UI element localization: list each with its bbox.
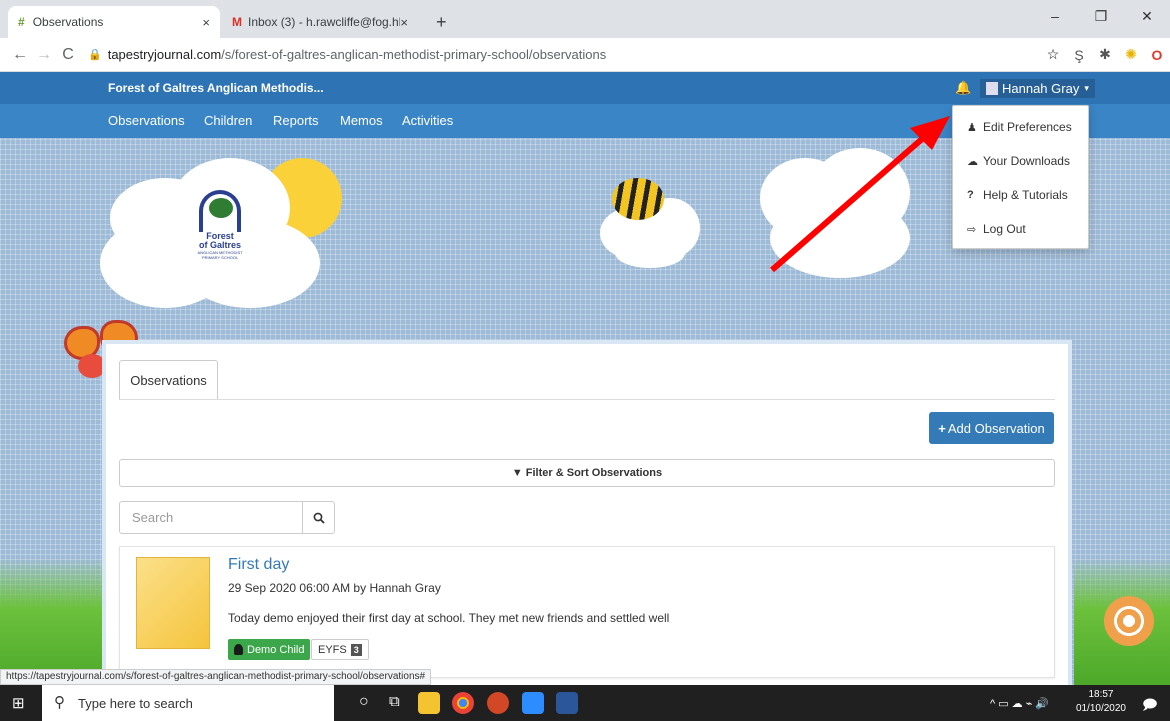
annotation-arrow — [770, 116, 950, 273]
windows-start-icon[interactable]: ⊞ — [12, 694, 25, 712]
opera-extension-icon[interactable]: O — [1144, 47, 1170, 63]
caret-down-icon: ▾ — [1084, 83, 1089, 93]
task-view-icon[interactable]: ⧉ — [389, 693, 400, 710]
grass-illustration — [0, 558, 110, 685]
logout-icon: ⇨ — [967, 223, 977, 236]
cortana-icon[interactable]: ○ — [359, 693, 369, 711]
app-header: Forest of Galtres Anglican Methodis... 🔔… — [0, 72, 1170, 104]
browser-tab-strip: # Observations × M Inbox (3) - h.rawclif… — [0, 0, 1170, 38]
tab-title: Inbox (3) - h.rawcliffe@fog.hlt.ac — [248, 15, 400, 29]
child-tag[interactable]: Demo Child — [228, 639, 311, 660]
child-avatar-icon — [234, 644, 243, 655]
forward-icon[interactable]: → — [32, 46, 56, 64]
restore-icon[interactable]: ❐ — [1078, 0, 1124, 32]
school-name[interactable]: Forest of Galtres Anglican Methodis... — [108, 81, 324, 95]
search-icon — [313, 512, 325, 524]
menu-item-label: Help & Tutorials — [983, 188, 1068, 202]
observation-title[interactable]: First day — [228, 556, 289, 574]
url-path: /s/forest-of-galtres-anglican-methodist-… — [221, 47, 607, 62]
nav-memos[interactable]: Memos — [340, 113, 383, 128]
word-icon[interactable] — [556, 692, 578, 714]
browser-tab-inbox[interactable]: M Inbox (3) - h.rawcliffe@fog.hlt.ac × — [222, 6, 418, 38]
back-icon[interactable]: ← — [8, 46, 32, 64]
search-button[interactable] — [302, 501, 335, 534]
filter-label: Filter & Sort Observations — [525, 467, 663, 479]
tree-logo-icon — [199, 190, 241, 232]
menu-item-label: Edit Preferences — [983, 120, 1072, 134]
extensions-puzzle-icon[interactable]: ✱ — [1092, 46, 1118, 63]
tapestry-favicon-icon: # — [18, 15, 25, 29]
sunflower-extension-icon[interactable]: ✺ — [1118, 46, 1144, 63]
window-controls: – ❐ ✕ — [1032, 0, 1170, 32]
clock-time: 18:57 — [1088, 689, 1114, 700]
school-logo: Forest of Galtres ANGLICAN METHODIST PRI… — [180, 190, 260, 260]
extension-s-icon[interactable]: Ş — [1066, 47, 1092, 63]
url-host: tapestryjournal.com — [107, 47, 222, 62]
observation-text: Today demo enjoyed their first day at sc… — [228, 611, 670, 625]
filter-sort-toggle[interactable]: ▼ Filter & Sort Observations — [119, 459, 1055, 487]
user-icon: ♟ — [967, 121, 977, 134]
taskbar-search-box[interactable]: ⚲ Type here to search — [42, 685, 334, 721]
bell-icon[interactable]: 🔔 — [955, 80, 971, 96]
tab-title: Observations — [32, 15, 104, 29]
snail-illustration — [1104, 596, 1154, 646]
question-icon: ? — [967, 189, 974, 201]
search-input[interactable]: Search — [119, 501, 303, 534]
status-url: https://tapestryjournal.com/s/forest-of-… — [0, 669, 432, 685]
menu-item-label: Your Downloads — [983, 154, 1070, 168]
bee-illustration — [612, 178, 664, 220]
zoom-icon[interactable] — [522, 692, 544, 714]
user-dropdown-menu: ♟ Edit Preferences ☁ Your Downloads ? He… — [952, 105, 1089, 249]
menu-item-your-downloads[interactable]: ☁ Your Downloads — [967, 154, 1070, 168]
user-menu-toggle[interactable]: Hannah Gray ▾ — [980, 79, 1095, 98]
minimize-icon[interactable]: – — [1032, 0, 1078, 32]
lock-icon: 🔒 — [88, 49, 102, 61]
sticky-note-thumbnail[interactable] — [136, 557, 210, 649]
framework-label: EYFS — [318, 643, 347, 656]
filter-icon: ▼ — [511, 467, 523, 479]
nav-reports[interactable]: Reports — [273, 113, 319, 128]
notifications-icon[interactable]: 🗩 — [1142, 694, 1158, 718]
add-observation-label: Add Observation — [947, 420, 1045, 436]
menu-item-log-out[interactable]: ⇨ Log Out — [967, 222, 1026, 236]
reload-icon[interactable]: C — [56, 46, 80, 64]
framework-count-badge: 3 — [350, 643, 362, 656]
browser-tab-observations[interactable]: # Observations × — [8, 6, 220, 38]
nav-activities[interactable]: Activities — [402, 113, 453, 128]
menu-item-help-tutorials[interactable]: ? Help & Tutorials — [967, 188, 1068, 202]
framework-tag[interactable]: EYFS 3 — [311, 639, 369, 660]
tab-observations[interactable]: Observations — [119, 360, 218, 400]
clock-date: 01/10/2020 — [1075, 703, 1126, 714]
observation-meta: 29 Sep 2020 06:00 AM by Hannah Gray — [228, 581, 441, 595]
url-field[interactable]: 🔒 tapestryjournal.com/s/forest-of-galtre… — [88, 42, 1040, 68]
taskbar-search-placeholder: Type here to search — [78, 695, 193, 711]
child-name: Demo Child — [247, 643, 305, 656]
nav-children[interactable]: Children — [204, 113, 252, 128]
bookmark-star-icon[interactable]: ☆ — [1040, 46, 1066, 63]
taskbar-clock[interactable]: 18:57 01/10/2020 — [1076, 688, 1126, 716]
menu-item-label: Log Out — [983, 222, 1026, 236]
plus-icon: + — [938, 420, 946, 436]
powerpoint-icon[interactable] — [487, 692, 509, 714]
address-bar-row: ← → C 🔒 tapestryjournal.com/s/forest-of-… — [0, 38, 1170, 72]
tab-divider — [119, 399, 1055, 400]
logo-text: of Galtres — [198, 240, 241, 250]
new-tab-button[interactable]: + — [426, 6, 457, 38]
user-name: Hannah Gray — [1002, 81, 1080, 96]
close-window-icon[interactable]: ✕ — [1124, 0, 1170, 32]
file-explorer-icon[interactable] — [418, 692, 440, 714]
menu-item-edit-preferences[interactable]: ♟ Edit Preferences — [967, 120, 1072, 134]
logo-text: PRIMARY SCHOOL — [201, 255, 239, 260]
system-tray-icons[interactable]: ^ ▭ ☁ ⌁ 🔊 — [990, 697, 1049, 710]
close-tab-icon[interactable]: × — [202, 15, 210, 30]
add-observation-button[interactable]: + Add Observation — [929, 412, 1054, 444]
cloud-download-icon: ☁ — [967, 155, 978, 168]
chrome-icon[interactable] — [452, 692, 474, 714]
avatar — [986, 82, 998, 95]
nav-observations[interactable]: Observations — [108, 113, 185, 128]
search-icon: ⚲ — [54, 694, 65, 711]
close-tab-icon[interactable]: × — [400, 15, 408, 30]
gmail-favicon-icon: M — [232, 15, 242, 29]
